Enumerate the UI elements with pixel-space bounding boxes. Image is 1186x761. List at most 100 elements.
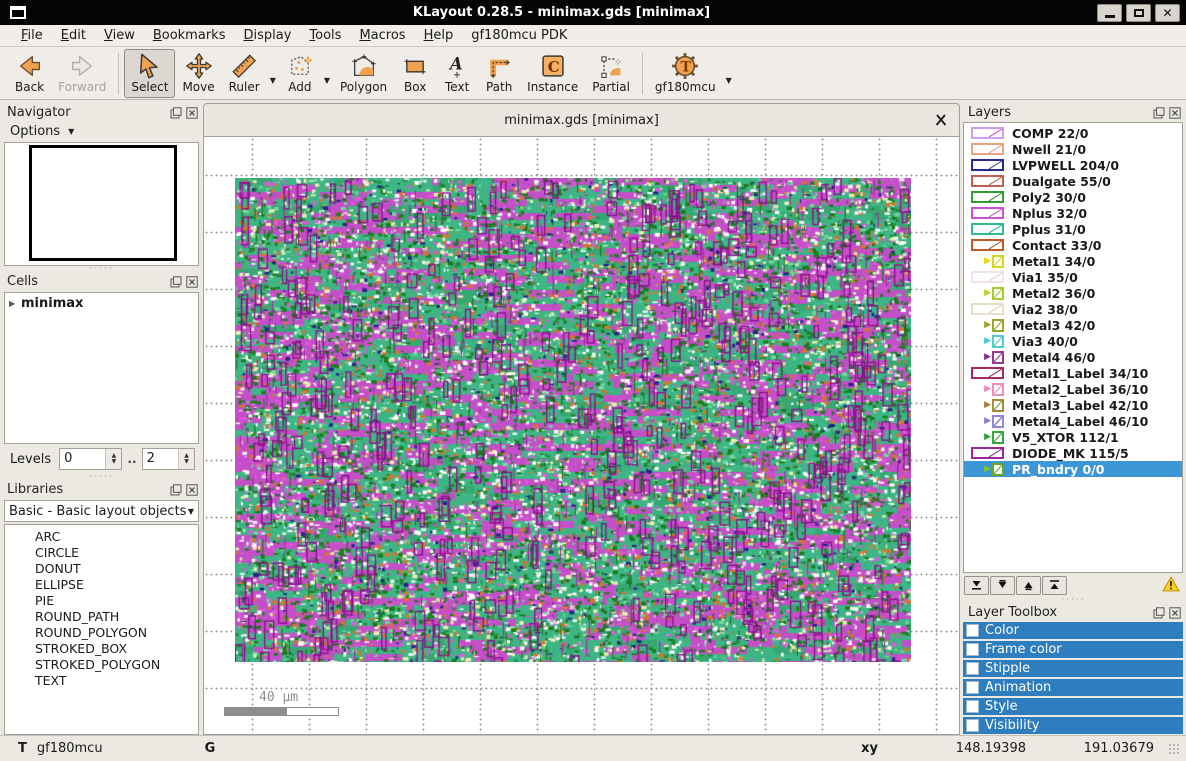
- toolbox-section-frame-color[interactable]: Frame color: [963, 641, 1183, 658]
- layers-close-icon[interactable]: [1168, 106, 1181, 119]
- layer-style-swatch[interactable]: [971, 447, 1004, 459]
- layer-row-poly2[interactable]: Poly2 30/0: [964, 189, 1182, 205]
- layer-row-v5_xtor[interactable]: ▶V5_XTOR 112/1: [964, 429, 1182, 445]
- minimize-button[interactable]: [1097, 4, 1122, 22]
- add-tool-button[interactable]: Add: [279, 49, 321, 98]
- layer-move-up-button[interactable]: [1016, 576, 1041, 595]
- layer-style-swatch[interactable]: [971, 367, 1004, 379]
- layer-style-swatch[interactable]: [971, 239, 1004, 251]
- libraries-float-icon[interactable]: [169, 483, 182, 496]
- layer-row-comp[interactable]: COMP 22/0: [964, 125, 1182, 141]
- dropdown-arrow-icon[interactable]: ▼: [267, 76, 279, 85]
- cells-float-icon[interactable]: [169, 275, 182, 288]
- layer-row-lvpwell[interactable]: LVPWELL 204/0: [964, 157, 1182, 173]
- layer-style-swatch[interactable]: [992, 383, 1004, 396]
- layer-style-swatch[interactable]: [992, 287, 1004, 300]
- toolbox-section-animation[interactable]: Animation: [963, 679, 1183, 696]
- path-tool-button[interactable]: Path: [478, 49, 520, 98]
- close-button[interactable]: ✕: [1155, 4, 1180, 22]
- layer-style-swatch[interactable]: [971, 127, 1004, 139]
- layer-row-metal4_label[interactable]: ▶Metal4_Label 46/10: [964, 413, 1182, 429]
- dropdown-arrow-icon[interactable]: ▼: [723, 76, 735, 85]
- menu-item-file[interactable]: File: [12, 26, 52, 45]
- toolbox-checkbox[interactable]: [966, 719, 979, 732]
- libraries-close-icon[interactable]: [185, 483, 198, 496]
- library-item-circle[interactable]: CIRCLE: [5, 545, 198, 561]
- partial-tool-button[interactable]: Partial: [585, 49, 637, 98]
- toolbox-checkbox[interactable]: [966, 700, 979, 713]
- library-item-donut[interactable]: DONUT: [5, 561, 198, 577]
- layer-toolbox-close-icon[interactable]: [1168, 606, 1181, 619]
- menu-item-gf180mcu-pdk[interactable]: gf180mcu PDK: [462, 26, 576, 45]
- navigator-float-icon[interactable]: [169, 106, 182, 119]
- layer-style-swatch[interactable]: [992, 351, 1004, 364]
- layer-row-diode_mk[interactable]: DIODE_MK 115/5: [964, 445, 1182, 461]
- cells-close-icon[interactable]: [185, 275, 198, 288]
- layer-style-swatch[interactable]: [971, 303, 1004, 315]
- layer-style-swatch[interactable]: [971, 271, 1004, 283]
- layer-row-via1[interactable]: Via1 35/0: [964, 269, 1182, 285]
- menu-item-view[interactable]: View: [95, 26, 144, 45]
- layer-row-via2[interactable]: Via2 38/0: [964, 301, 1182, 317]
- layer-row-dualgate[interactable]: Dualgate 55/0: [964, 173, 1182, 189]
- navigator-preview[interactable]: [4, 142, 199, 266]
- layer-style-swatch[interactable]: [992, 463, 1004, 476]
- resize-grip[interactable]: [1168, 743, 1180, 755]
- menu-item-bookmarks[interactable]: Bookmarks: [144, 26, 235, 45]
- polygon-tool-button[interactable]: Polygon: [333, 49, 394, 98]
- maximize-button[interactable]: [1126, 4, 1151, 22]
- library-item-stroked_polygon[interactable]: STROKED_POLYGON: [5, 657, 198, 673]
- layer-toolbox-float-icon[interactable]: [1152, 606, 1165, 619]
- layer-row-metal2[interactable]: ▶Metal2 36/0: [964, 285, 1182, 301]
- layer-style-swatch[interactable]: [992, 415, 1004, 428]
- gf180mcu-tool-button[interactable]: Tgf180mcu: [648, 49, 723, 98]
- move-tool-button[interactable]: Move: [175, 49, 221, 98]
- navigator-options-dropdown[interactable]: Options ▼: [2, 122, 201, 141]
- layout-tab-title[interactable]: minimax.gds [minimax]: [230, 113, 933, 128]
- menu-item-help[interactable]: Help: [415, 26, 463, 45]
- layer-style-swatch[interactable]: [992, 319, 1004, 332]
- layer-style-swatch[interactable]: [971, 159, 1004, 171]
- layer-row-metal4[interactable]: ▶Metal4 46/0: [964, 349, 1182, 365]
- layer-row-metal3[interactable]: ▶Metal3 42/0: [964, 317, 1182, 333]
- spinner-arrows-icon[interactable]: ▲▼: [178, 449, 194, 469]
- navigator-close-icon[interactable]: [185, 106, 198, 119]
- layer-row-nwell[interactable]: Nwell 21/0: [964, 141, 1182, 157]
- cell-tree-item[interactable]: ▶minimax: [9, 296, 198, 311]
- menu-item-macros[interactable]: Macros: [350, 26, 414, 45]
- layer-row-nplus[interactable]: Nplus 32/0: [964, 205, 1182, 221]
- layer-row-metal1[interactable]: ▶Metal1 34/0: [964, 253, 1182, 269]
- layer-style-swatch[interactable]: [971, 175, 1004, 187]
- layer-row-metal1_label[interactable]: Metal1_Label 34/10: [964, 365, 1182, 381]
- select-tool-button[interactable]: Select: [124, 49, 175, 98]
- library-item-arc[interactable]: ARC: [5, 529, 198, 545]
- library-item-round_path[interactable]: ROUND_PATH: [5, 609, 198, 625]
- library-item-round_polygon[interactable]: ROUND_POLYGON: [5, 625, 198, 641]
- dropdown-arrow-icon[interactable]: ▼: [321, 76, 333, 85]
- layer-row-metal3_label[interactable]: ▶Metal3_Label 42/10: [964, 397, 1182, 413]
- layer-style-swatch[interactable]: [992, 431, 1004, 444]
- toolbox-checkbox[interactable]: [966, 643, 979, 656]
- menu-item-display[interactable]: Display: [234, 26, 300, 45]
- library-item-stroked_box[interactable]: STROKED_BOX: [5, 641, 198, 657]
- toolbox-section-style[interactable]: Style: [963, 698, 1183, 715]
- layer-row-pr_bndry[interactable]: ▶PR_bndry 0/0: [964, 461, 1182, 477]
- layer-row-metal2_label[interactable]: ▶Metal2_Label 36/10: [964, 381, 1182, 397]
- layer-move-down-button[interactable]: [990, 576, 1015, 595]
- expander-icon[interactable]: ▶: [9, 299, 21, 308]
- layer-style-swatch[interactable]: [971, 223, 1004, 235]
- toolbox-checkbox[interactable]: [966, 681, 979, 694]
- library-item-pie[interactable]: PIE: [5, 593, 198, 609]
- layer-style-swatch[interactable]: [971, 191, 1004, 203]
- toolbox-checkbox[interactable]: [966, 624, 979, 637]
- spinner-arrows-icon[interactable]: ▲▼: [105, 449, 121, 469]
- tab-close-icon[interactable]: [933, 112, 949, 128]
- levels-from-spinner[interactable]: 0 ▲▼: [59, 448, 122, 470]
- layer-style-swatch[interactable]: [992, 335, 1004, 348]
- layer-row-via3[interactable]: ▶Via3 40/0: [964, 333, 1182, 349]
- layer-style-swatch[interactable]: [971, 207, 1004, 219]
- text-tool-button[interactable]: AText: [436, 49, 478, 98]
- layer-style-swatch[interactable]: [992, 399, 1004, 412]
- layer-move-up-top-button[interactable]: [1042, 576, 1067, 595]
- levels-to-spinner[interactable]: 2 ▲▼: [142, 448, 195, 470]
